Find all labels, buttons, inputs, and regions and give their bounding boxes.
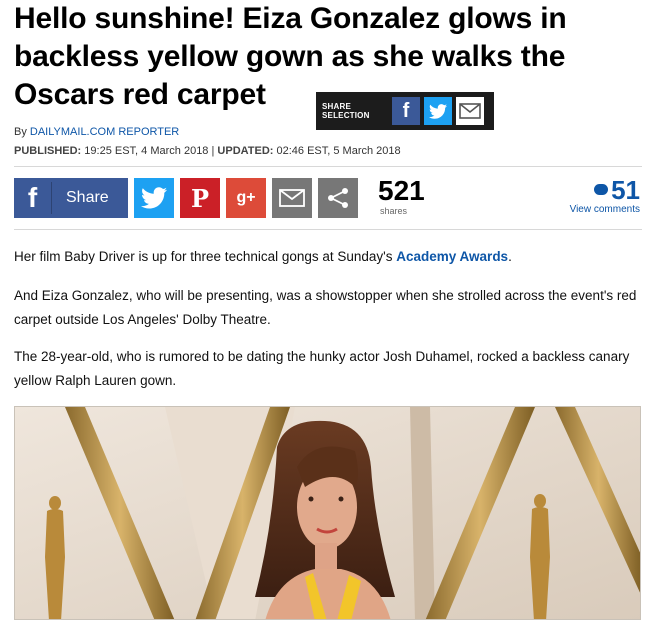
share-bar: f Share P g+: [14, 177, 358, 219]
share-selection-bar: SHARE SELECTION f: [316, 92, 494, 130]
article-paragraph: Her film Baby Driver is up for three tec…: [14, 245, 640, 269]
google-plus-icon: g+: [236, 189, 256, 206]
twitter-icon: [141, 187, 167, 209]
byline-prefix: By: [14, 126, 27, 138]
published-label: PUBLISHED:: [14, 145, 82, 157]
article-paragraph: And Eiza Gonzalez, who will be presentin…: [14, 288, 637, 327]
facebook-icon: f: [14, 182, 52, 214]
comments-number: 51: [611, 175, 640, 205]
divider: [14, 166, 642, 167]
paragraph-text: Her film Baby Driver is up for three tec…: [14, 249, 397, 264]
email-icon[interactable]: [456, 97, 484, 125]
byline-reporter-link[interactable]: DAILYMAIL.COM REPORTER: [30, 126, 179, 138]
share-count: 521 shares: [378, 175, 425, 217]
article-paragraph: The 28-year-old, who is rumored to be da…: [14, 349, 630, 388]
facebook-share-label: Share: [66, 189, 109, 206]
share-icon: [328, 188, 348, 208]
byline: By DAILYMAIL.COM REPORTER: [14, 126, 179, 138]
twitter-icon[interactable]: [424, 97, 452, 125]
email-icon: [279, 189, 305, 207]
email-share-button[interactable]: [272, 178, 312, 218]
view-comments-link[interactable]: View comments: [570, 204, 640, 215]
comment-bubble-icon: [594, 184, 609, 195]
article-photo[interactable]: [14, 406, 641, 620]
share-selection-label: SHARE SELECTION: [322, 102, 370, 120]
more-share-button[interactable]: [318, 178, 358, 218]
updated-label: UPDATED:: [217, 145, 274, 157]
facebook-share-button[interactable]: f Share: [14, 178, 128, 218]
share-count-number: 521: [378, 175, 425, 206]
twitter-share-button[interactable]: [134, 178, 174, 218]
date-separator: |: [211, 145, 215, 157]
red-carpet-photo: [15, 407, 640, 619]
published-value: 19:25 EST, 4 March 2018: [84, 145, 209, 157]
paragraph-end: .: [508, 249, 512, 264]
comments-count[interactable]: 51 View comments: [570, 176, 640, 215]
pinterest-icon: P: [190, 183, 210, 213]
article-dates: PUBLISHED: 19:25 EST, 4 March 2018 | UPD…: [14, 145, 401, 157]
updated-value: 02:46 EST, 5 March 2018: [276, 145, 401, 157]
pinterest-share-button[interactable]: P: [180, 178, 220, 218]
academy-awards-link[interactable]: Academy Awards: [396, 249, 508, 264]
share-count-label: shares: [380, 206, 408, 216]
divider: [14, 229, 642, 230]
google-plus-share-button[interactable]: g+: [226, 178, 266, 218]
facebook-icon[interactable]: f: [392, 97, 420, 125]
